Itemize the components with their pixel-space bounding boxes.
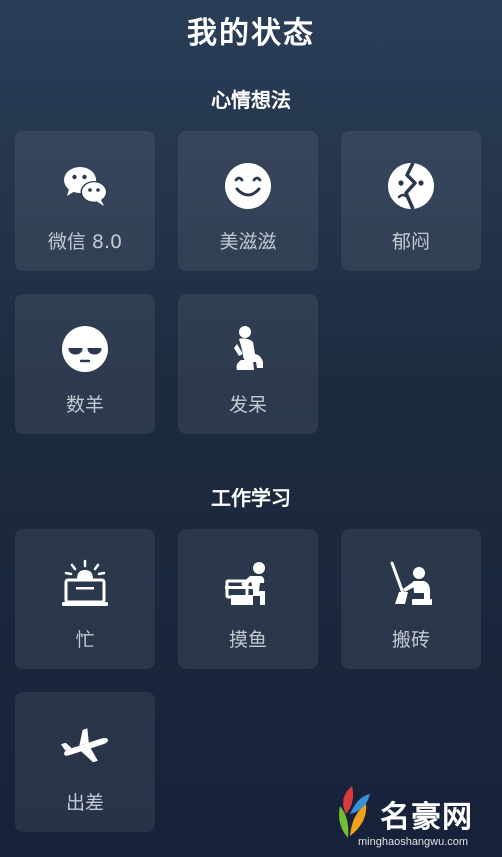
status-tile-daze[interactable]: 发呆: [178, 294, 318, 434]
status-tile-label: 摸鱼: [228, 629, 267, 651]
watermark-name: 名豪网: [380, 800, 473, 835]
broken-heart-face-icon: [386, 161, 436, 211]
airplane-icon: [60, 722, 110, 772]
status-tile-label: 郁闷: [391, 231, 430, 253]
status-tile-happy[interactable]: 美滋滋: [178, 131, 318, 271]
status-tile-label: 美滋滋: [219, 231, 277, 253]
sleepy-face-icon: [60, 324, 110, 374]
status-tile-counting-sheep[interactable]: 数羊: [15, 294, 155, 434]
status-tile-slacking[interactable]: 摸鱼: [178, 529, 318, 669]
status-tile-moving-bricks[interactable]: 搬砖: [341, 529, 481, 669]
watermark-url: minghaoshangwu.com: [358, 836, 469, 848]
status-tile-business-trip[interactable]: 出差: [15, 692, 155, 832]
thinker-icon: [223, 324, 273, 374]
smile-face-icon: [223, 161, 273, 211]
status-tile-gloomy[interactable]: 郁闷: [341, 131, 481, 271]
status-tile-label: 微信 8.0: [47, 231, 123, 253]
shovel-worker-icon: [386, 559, 436, 609]
leaf-logo-icon: [328, 784, 372, 840]
section-title-work: 工作学习: [211, 486, 291, 510]
status-tile-wechat[interactable]: 微信 8.0: [15, 131, 155, 271]
watermark: 名豪网 minghaoshangwu.com: [322, 780, 502, 857]
status-tile-label: 搬砖: [391, 629, 430, 651]
status-tile-label: 数羊: [65, 394, 104, 416]
status-tile-label: 出差: [65, 792, 104, 814]
page-title: 我的状态: [187, 16, 315, 51]
status-tile-busy[interactable]: 忙: [15, 529, 155, 669]
section-title-mood: 心情想法: [211, 88, 291, 112]
status-tile-label: 发呆: [228, 394, 267, 416]
wechat-icon: [60, 161, 110, 211]
status-tile-label: 忙: [75, 629, 95, 651]
alarm-laptop-icon: [60, 559, 110, 609]
desk-worker-icon: [223, 559, 273, 609]
